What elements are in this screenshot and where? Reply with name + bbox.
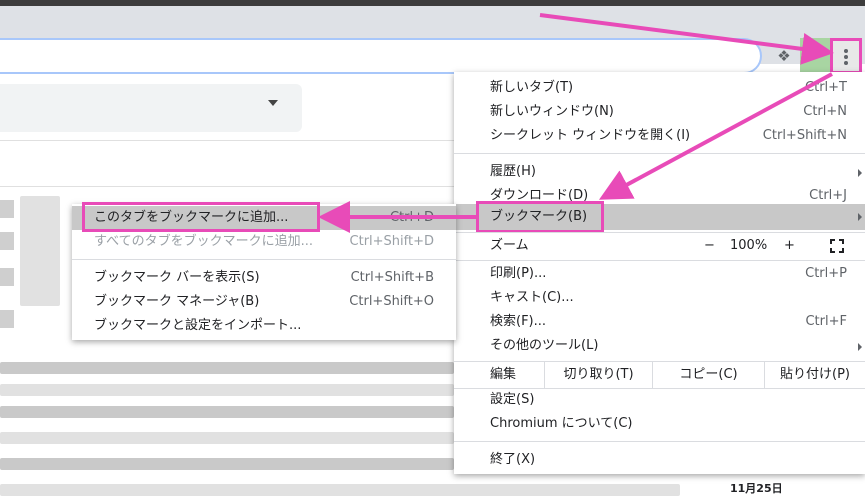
menu-item-label: 設定(S): [490, 392, 535, 407]
chrome-main-menu: 新しいタブ(T) Ctrl+T 新しいウィンドウ(N) Ctrl+N シークレッ…: [454, 72, 865, 474]
menu-separator: [454, 153, 865, 154]
puzzle-icon[interactable]: ❖: [772, 44, 796, 68]
shortcut-label: Ctrl+N: [803, 104, 847, 119]
submenu-item-label: ブックマーク マネージャ(B): [94, 294, 260, 309]
cut-button[interactable]: 切り取り(T): [544, 362, 652, 388]
menu-separator: [454, 260, 865, 261]
blurred-content: [0, 268, 14, 286]
date-label: 11月25日: [730, 482, 783, 495]
shortcut-label: Ctrl+T: [805, 80, 847, 95]
blurred-content: [0, 406, 454, 418]
menu-item-history[interactable]: 履歴(H): [454, 160, 865, 184]
menu-item-exit[interactable]: 終了(X): [454, 448, 865, 472]
blurred-content: [0, 232, 14, 250]
menu-item-find[interactable]: 検索(F)... Ctrl+F: [454, 310, 865, 334]
zoom-out-button[interactable]: −: [704, 234, 715, 258]
divider: [0, 186, 454, 187]
menu-item-about[interactable]: Chromium について(C): [454, 412, 865, 436]
menu-separator: [72, 259, 456, 260]
copy-button[interactable]: コピー(C): [652, 362, 764, 388]
shortcut-label: Ctrl+Shift+B: [350, 270, 434, 285]
menu-edit-row: 編集 切り取り(T) コピー(C) 貼り付け(P): [454, 362, 865, 388]
menu-item-label: 新しいタブ(T): [490, 80, 574, 95]
highlight-box: [82, 202, 320, 232]
blurred-content: [0, 310, 14, 328]
menu-item-settings[interactable]: 設定(S): [454, 388, 865, 412]
zoom-in-button[interactable]: +: [784, 234, 795, 258]
shortcut-label: Ctrl+Shift+N: [762, 128, 847, 143]
submenu-item-manager[interactable]: ブックマーク マネージャ(B) Ctrl+Shift+O: [72, 290, 456, 314]
blurred-content: [0, 458, 454, 470]
menu-button[interactable]: [830, 38, 862, 74]
submenu-item-show-bar[interactable]: ブックマーク バーを表示(S) Ctrl+Shift+B: [72, 266, 456, 290]
menu-dot: [844, 55, 848, 59]
dropdown-select[interactable]: [0, 84, 302, 132]
divider: [0, 140, 454, 141]
chevron-right-icon: [858, 213, 862, 221]
chevron-down-icon: [268, 100, 278, 106]
chevron-right-icon: [858, 169, 862, 177]
fullscreen-corner: [830, 239, 835, 244]
fullscreen-corner: [830, 248, 835, 253]
submenu-item-import[interactable]: ブックマークと設定をインポート...: [72, 314, 456, 338]
shortcut-label: Ctrl+D: [389, 210, 434, 225]
menu-item-label: 終了(X): [490, 452, 536, 467]
menu-item-more-tools[interactable]: その他のツール(L): [454, 334, 865, 358]
blurred-content: [0, 484, 680, 496]
menu-item-incognito[interactable]: シークレット ウィンドウを開く(I) Ctrl+Shift+N: [454, 124, 865, 148]
menu-item-label: 印刷(P)...: [490, 266, 547, 281]
shortcut-label: Ctrl+Shift+O: [349, 294, 434, 309]
menu-separator: [454, 441, 865, 442]
blurred-content: [20, 196, 60, 306]
menu-item-new-tab[interactable]: 新しいタブ(T) Ctrl+T: [454, 76, 865, 100]
menu-item-label: 新しいウィンドウ(N): [490, 104, 614, 119]
fullscreen-icon[interactable]: [830, 239, 844, 253]
menu-item-label: Chromium について(C): [490, 416, 633, 431]
menu-item-label: 検索(F)...: [490, 314, 547, 329]
menu-dot: [844, 61, 848, 65]
fullscreen-corner: [839, 248, 844, 253]
fullscreen-corner: [839, 239, 844, 244]
menu-item-cast[interactable]: キャスト(C)...: [454, 286, 865, 310]
menu-item-label: キャスト(C)...: [490, 290, 574, 305]
three-dots-vertical-icon: [844, 49, 848, 53]
shortcut-label: Ctrl+Shift+D: [349, 234, 434, 249]
menu-separator: [454, 232, 865, 233]
blurred-content: [0, 384, 454, 396]
blurred-content: [0, 200, 14, 218]
menu-item-label: ズーム: [490, 238, 529, 253]
submenu-item-add-all-tabs: すべてのタブをブックマークに追加... Ctrl+Shift+D: [72, 230, 456, 254]
blurred-content: [0, 432, 454, 444]
menu-item-label: シークレット ウィンドウを開く(I): [490, 128, 691, 143]
bookmarks-submenu: このタブをブックマークに追加... Ctrl+D すべてのタブをブックマークに追…: [72, 202, 456, 340]
edit-label: 編集: [490, 367, 517, 382]
shortcut-label: Ctrl+F: [805, 314, 847, 329]
chevron-right-icon: [858, 343, 862, 351]
zoom-level: 100%: [730, 238, 768, 253]
menu-item-label: その他のツール(L): [490, 338, 599, 353]
paste-button[interactable]: 貼り付け(P): [764, 362, 865, 388]
submenu-item-label: ブックマーク バーを表示(S): [94, 270, 260, 285]
menu-item-zoom: ズーム − 100% +: [454, 234, 865, 258]
submenu-item-label: すべてのタブをブックマークに追加...: [94, 234, 313, 249]
address-bar[interactable]: [0, 38, 762, 74]
submenu-item-label: ブックマークと設定をインポート...: [94, 318, 302, 333]
menu-item-print[interactable]: 印刷(P)... Ctrl+P: [454, 262, 865, 286]
shortcut-label: Ctrl+P: [805, 266, 847, 281]
blurred-content: [0, 362, 454, 374]
menu-item-label: 履歴(H): [490, 164, 536, 179]
menu-item-new-window[interactable]: 新しいウィンドウ(N) Ctrl+N: [454, 100, 865, 124]
highlight-box: [476, 201, 604, 233]
profile-avatar[interactable]: [800, 38, 830, 72]
